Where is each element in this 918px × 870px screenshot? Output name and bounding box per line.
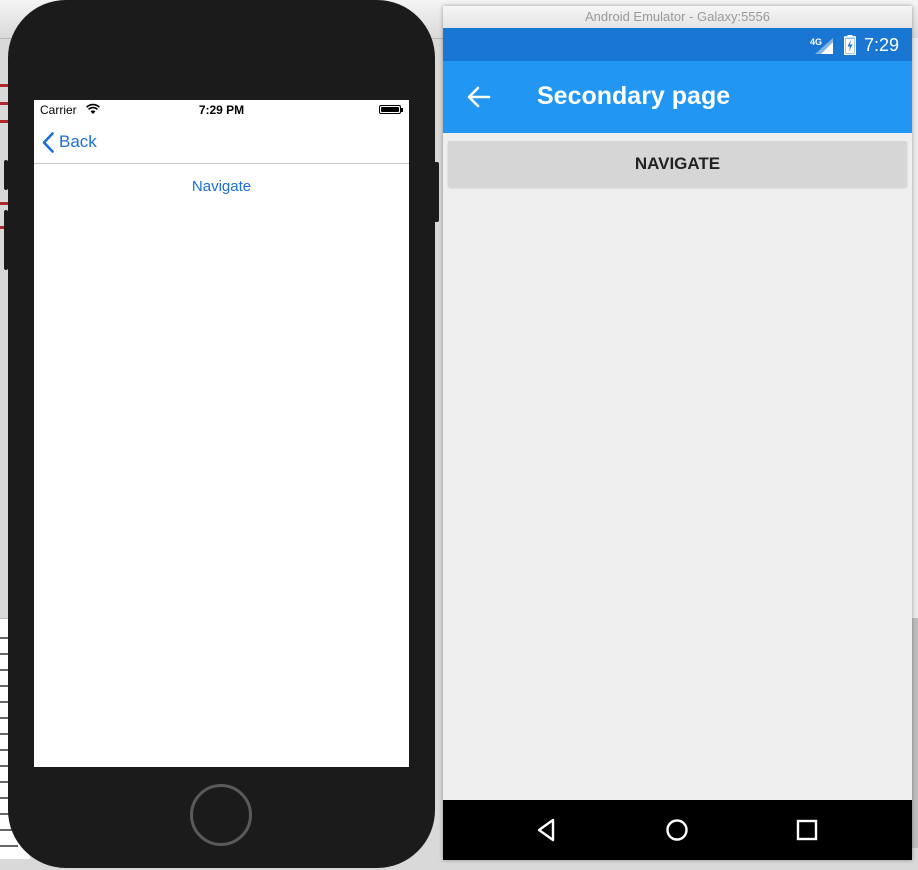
back-triangle-icon[interactable] — [533, 816, 561, 844]
ide-side-panel — [912, 38, 918, 618]
navigate-button[interactable]: NAVIGATE — [448, 141, 907, 187]
battery-tip — [401, 108, 403, 112]
android-status-bar: 4G 7:29 — [443, 28, 912, 61]
iphone-power-button — [434, 162, 439, 222]
chevron-left-icon — [42, 131, 54, 153]
battery-icon — [379, 105, 401, 114]
recents-square-icon[interactable] — [793, 816, 821, 844]
android-navigation-bar — [443, 800, 912, 860]
signal-icon — [815, 38, 833, 54]
ios-clock: 7:29 PM — [198, 103, 245, 117]
ios-navigation-bar: Back — [34, 120, 409, 164]
battery-charging-icon — [844, 35, 856, 55]
ios-status-bar: Carrier 7:29 PM — [34, 100, 409, 120]
navigate-button[interactable]: Navigate — [34, 178, 409, 195]
arrow-left-icon[interactable] — [465, 83, 493, 111]
page-title: Secondary page — [537, 82, 731, 110]
home-circle-icon[interactable] — [663, 816, 691, 844]
iphone-volume-up — [4, 210, 8, 270]
home-button[interactable] — [190, 784, 252, 846]
android-content: NAVIGATE — [443, 133, 912, 800]
ios-screen: Carrier 7:29 PM Back Navigate — [34, 100, 409, 767]
back-button[interactable]: Back — [42, 131, 97, 153]
back-label: Back — [59, 132, 97, 151]
android-app-bar: Secondary page — [443, 61, 912, 133]
ide-side-panel-bottom — [912, 618, 918, 848]
android-clock: 7:29 — [864, 35, 900, 55]
iphone-simulator: Carrier 7:29 PM Back Navigate — [4, 0, 439, 868]
window-title: Android Emulator - Galaxy:5556 — [443, 6, 912, 28]
android-emulator-window: Android Emulator - Galaxy:5556 4G 7:29 S… — [443, 6, 912, 860]
iphone-mute-switch — [4, 160, 8, 190]
